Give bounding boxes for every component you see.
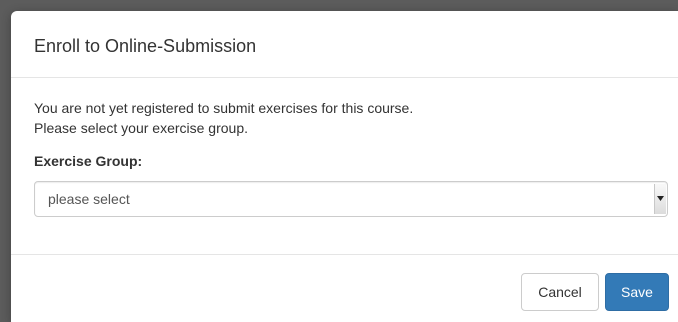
registration-message: You are not yet registered to submit exe… [34,100,414,116]
dialog-body: You are not yet registered to submit exe… [11,78,678,254]
save-button[interactable]: Save [605,273,669,311]
exercise-group-label: Exercise Group: [34,153,143,169]
dialog-header: Enroll to Online-Submission [11,11,678,78]
enroll-dialog: Enroll to Online-Submission You are not … [11,11,678,322]
dialog-footer: Cancel Save [11,254,678,322]
exercise-group-selected-value: please select [48,191,130,207]
dialog-title: Enroll to Online-Submission [34,36,257,56]
select-group-instruction: Please select your exercise group. [34,120,248,136]
exercise-group-select[interactable]: please select [34,181,668,217]
dropdown-arrow-icon[interactable] [654,184,666,214]
cancel-button[interactable]: Cancel [521,273,599,311]
